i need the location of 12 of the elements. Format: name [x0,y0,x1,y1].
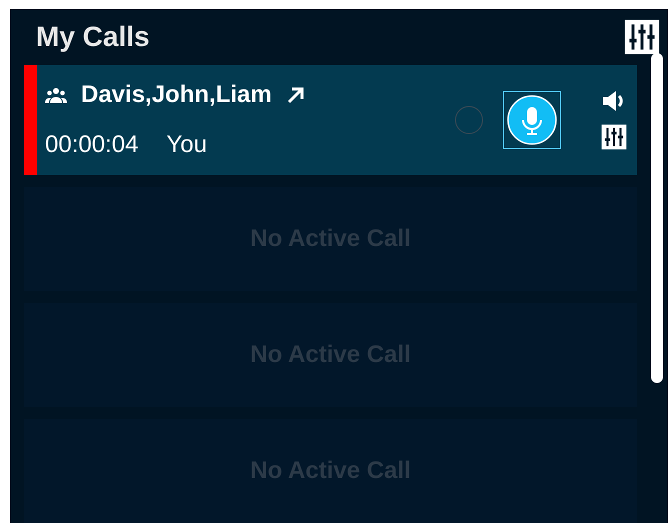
arrow-up-right-icon [286,85,306,105]
active-call-card[interactable]: Davis,John,Liam 00:00:04 You [24,65,637,175]
equalizer-icon[interactable] [601,124,627,150]
equalizer-icon[interactable] [624,19,660,55]
panel-title: My Calls [36,20,150,54]
microphone-button[interactable] [503,91,561,149]
call-duration: 00:00:04 [45,130,138,160]
microphone-icon [507,95,557,145]
scrollbar[interactable] [651,53,663,383]
group-icon [45,87,67,103]
call-speaker: You [166,130,207,160]
call-participants: Davis,John,Liam [81,80,272,110]
